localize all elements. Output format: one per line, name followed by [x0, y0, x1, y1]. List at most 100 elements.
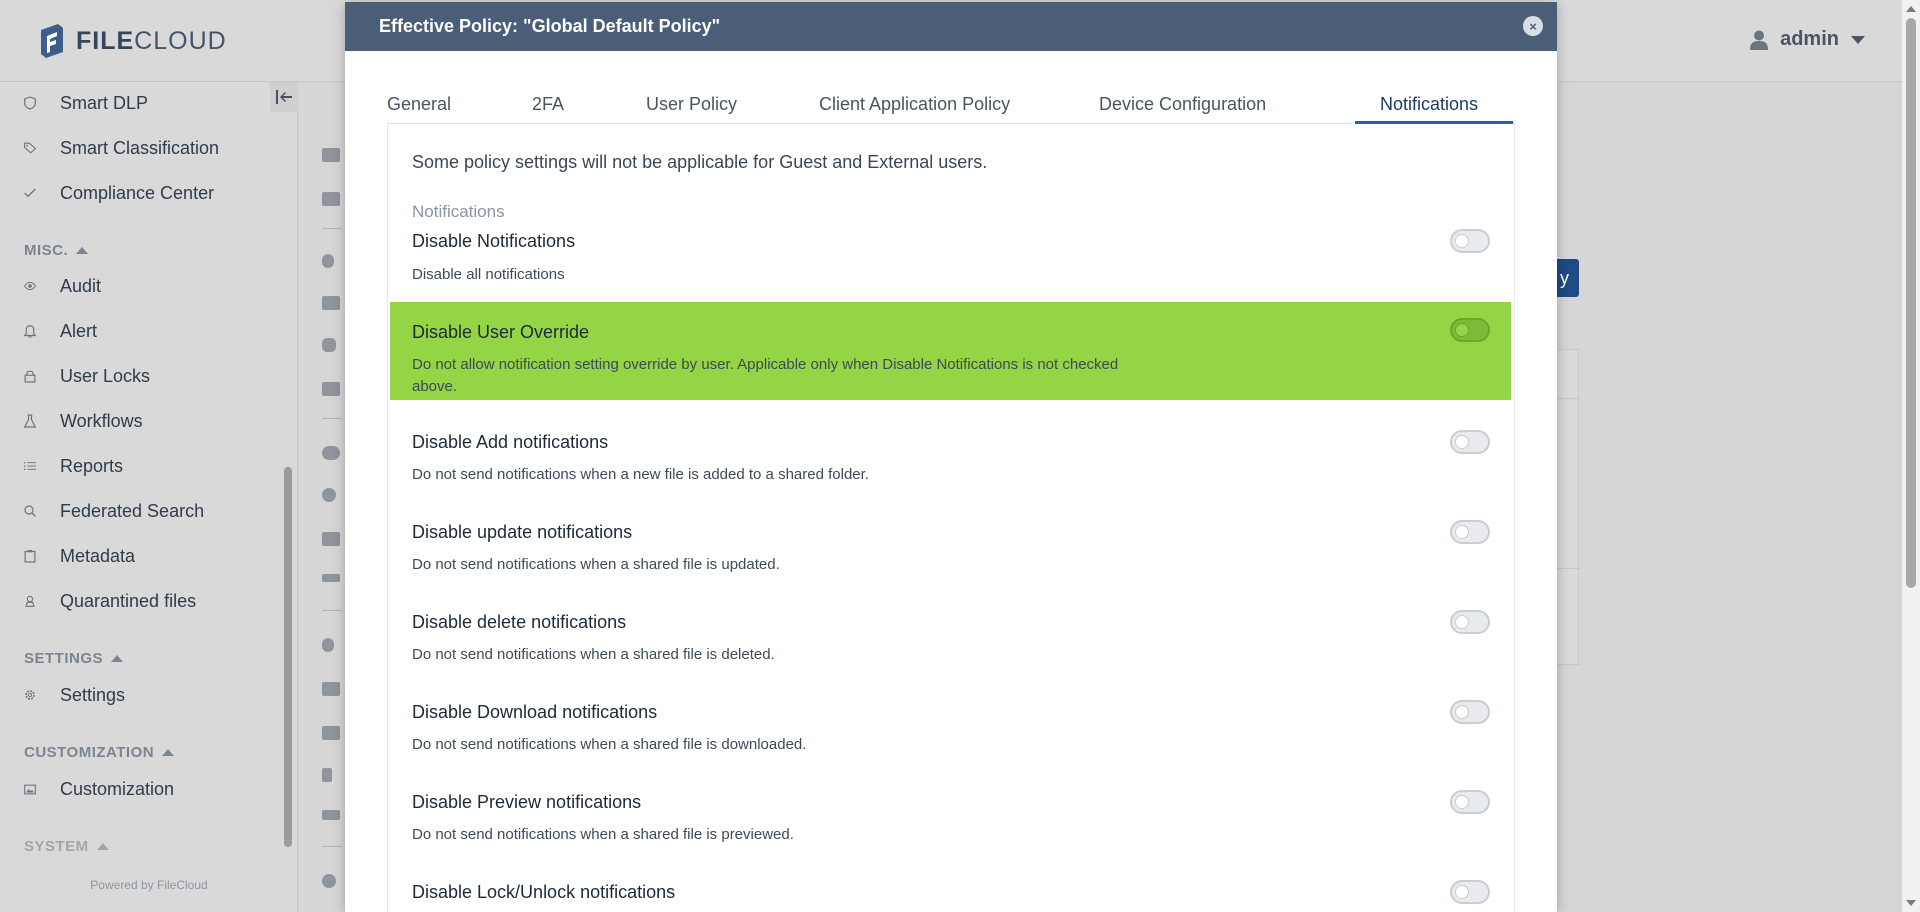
- section-label: MISC.: [24, 242, 69, 259]
- powered-by: Powered by FileCloud: [90, 878, 208, 892]
- chevron-up-icon: [111, 655, 124, 662]
- policy-note: Some policy settings will not be applica…: [412, 152, 988, 172]
- page-scrollbar[interactable]: [1902, 0, 1920, 912]
- user-icon: [1750, 30, 1769, 50]
- chevron-up-icon: [76, 247, 89, 254]
- drive-icon[interactable]: [322, 192, 340, 206]
- scrollbar-thumb[interactable]: [1906, 18, 1916, 588]
- group-icon[interactable]: [322, 296, 340, 310]
- sidebar-item-federated-search[interactable]: Federated Search: [0, 491, 204, 531]
- eye-icon: [24, 281, 36, 291]
- sidebar-item-workflows[interactable]: Workflows: [0, 401, 143, 441]
- history-icon[interactable]: [322, 874, 336, 888]
- filecloud-logo[interactable]: FILECLOUD: [38, 22, 227, 60]
- sidebar-item-settings[interactable]: Settings: [0, 675, 125, 715]
- setting-description: Do not send notifications when a shared …: [412, 736, 807, 753]
- sidebar-scrollbar[interactable]: [284, 467, 292, 847]
- button-label: y: [1560, 267, 1569, 288]
- user-icon[interactable]: [322, 254, 334, 268]
- sidebar-item-compliance-center[interactable]: Compliance Center: [0, 173, 214, 213]
- sidebar-item-label: Smart Classification: [60, 137, 220, 158]
- comment-icon[interactable]: [322, 532, 340, 546]
- user-menu[interactable]: admin: [1750, 28, 1865, 51]
- sidebar-item-reports[interactable]: Reports: [0, 446, 123, 486]
- scroll-down-icon[interactable]: [1906, 900, 1916, 906]
- toggle-switch[interactable]: [1450, 610, 1490, 634]
- toggle-switch[interactable]: [1450, 229, 1490, 253]
- tab-user-policy[interactable]: User Policy: [646, 94, 737, 115]
- setting-description: Do not send notifications when a shared …: [412, 646, 775, 663]
- server-icon[interactable]: [322, 148, 340, 162]
- setting-disable-preview-notifications: Disable Preview notifications Do not sen…: [390, 784, 1511, 864]
- database-icon[interactable]: [322, 338, 336, 352]
- sidebar-section-customization[interactable]: CUSTOMIZATION: [24, 744, 175, 761]
- tab-notifications[interactable]: Notifications: [1380, 94, 1478, 115]
- toggle-knob: [1455, 323, 1469, 337]
- sidebar-item-smart-dlp[interactable]: Smart DLP: [0, 83, 148, 123]
- gear-icon: [25, 690, 35, 700]
- logo-text: FILECLOUD: [76, 26, 227, 55]
- tag-icon: [24, 142, 36, 154]
- tab-device-configuration[interactable]: Device Configuration: [1099, 94, 1266, 115]
- mail-icon[interactable]: [322, 382, 340, 396]
- toggle-switch[interactable]: [1450, 318, 1490, 342]
- sidebar-item-audit[interactable]: Audit: [0, 266, 101, 306]
- sidebar-item-smart-classification[interactable]: Smart Classification: [0, 128, 219, 168]
- sidebar-item-label: Customization: [60, 778, 175, 799]
- sidebar-item-label: Reports: [60, 455, 124, 476]
- sliders-icon[interactable]: [322, 810, 340, 820]
- setting-title: Disable update notifications: [412, 522, 633, 542]
- chevron-up-icon: [96, 843, 109, 850]
- toggle-switch[interactable]: [1450, 700, 1490, 724]
- search-icon: [24, 505, 36, 517]
- sidebar-section-misc[interactable]: MISC.: [24, 242, 89, 259]
- sidebar-item-customization[interactable]: Customization: [0, 769, 174, 809]
- folder-icon[interactable]: [322, 726, 340, 740]
- divider: [322, 846, 342, 847]
- list-icon: [24, 462, 36, 470]
- setting-title: Disable delete notifications: [412, 612, 627, 632]
- sidebar-item-label: Settings: [60, 684, 126, 705]
- tab-2fa[interactable]: 2FA: [532, 94, 564, 115]
- tab-client-application-policy[interactable]: Client Application Policy: [819, 94, 1010, 115]
- search-icon[interactable]: [322, 638, 334, 652]
- gear-icon[interactable]: [322, 488, 336, 502]
- section-label: CUSTOMIZATION: [24, 744, 155, 761]
- sidebar-section-settings[interactable]: SETTINGS: [24, 650, 124, 667]
- toggle-switch[interactable]: [1450, 520, 1490, 544]
- plug-icon[interactable]: [322, 768, 332, 782]
- setting-title: Disable Add notifications: [412, 432, 609, 452]
- setting-disable-delete-notifications: Disable delete notifications Do not send…: [390, 604, 1511, 684]
- divider: [322, 418, 342, 419]
- group-label: Notifications: [412, 202, 505, 221]
- toggle-switch[interactable]: [1450, 430, 1490, 454]
- sidebar-item-quarantined-files[interactable]: Quarantined files: [0, 581, 196, 621]
- setting-description: Do not send notifications when a shared …: [412, 556, 780, 573]
- sign-in-icon[interactable]: [322, 574, 340, 582]
- filecloud-logo-icon: [41, 24, 63, 58]
- close-icon[interactable]: ×: [1523, 16, 1543, 36]
- sidebar-item-user-locks[interactable]: User Locks: [0, 356, 150, 396]
- sidebar-item-metadata[interactable]: Metadata: [0, 536, 135, 576]
- sidebar-item-label: Quarantined files: [60, 590, 197, 611]
- edit-icon[interactable]: [322, 682, 340, 696]
- setting-title: Disable Notifications: [412, 231, 576, 251]
- chevron-down-icon: [1851, 35, 1865, 44]
- toggle-knob: [1455, 795, 1469, 809]
- toggle-switch[interactable]: [1450, 790, 1490, 814]
- sidebar-item-label: Alert: [60, 320, 98, 341]
- collapse-sidebar-button[interactable]: [270, 82, 298, 112]
- modal-title: Effective Policy: "Global Default Policy…: [379, 16, 721, 36]
- chevron-up-icon: [162, 749, 175, 756]
- toggle-switch[interactable]: [1450, 880, 1490, 904]
- toggle-knob: [1455, 885, 1469, 899]
- background-panel: [1556, 349, 1580, 665]
- tab-general[interactable]: General: [387, 94, 451, 115]
- sidebar: Smart DLP Smart Classification Complianc…: [0, 82, 298, 912]
- cloud-icon[interactable]: [322, 446, 340, 460]
- scroll-up-icon[interactable]: [1906, 6, 1916, 12]
- setting-description: Do not send notifications when a new fil…: [412, 466, 869, 483]
- sidebar-item-label: Smart DLP: [60, 92, 149, 113]
- sidebar-item-alert[interactable]: Alert: [0, 311, 97, 351]
- sidebar-section-system[interactable]: SYSTEM: [24, 838, 109, 855]
